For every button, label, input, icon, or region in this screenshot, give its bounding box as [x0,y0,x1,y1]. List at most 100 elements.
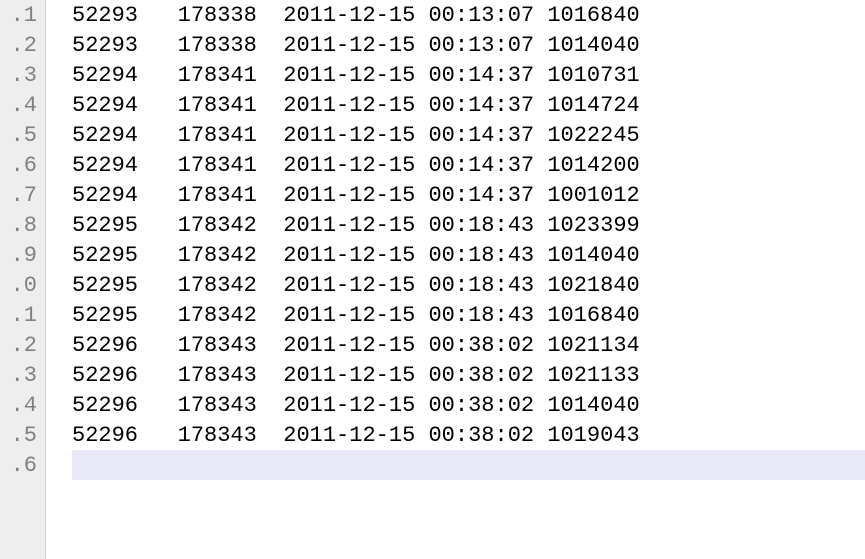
col-4: 00:18:43 [428,243,547,268]
col-3: 2011-12-15 [283,63,428,88]
col-5: 1014724 [547,93,653,118]
col-3: 2011-12-15 [283,153,428,178]
col-4: 00:14:37 [428,63,547,88]
line-number: .8 [0,210,45,240]
code-line[interactable]: 52294 178341 2011-12-15 00:14:37 1014200 [72,150,865,180]
col-4: 00:14:37 [428,153,547,178]
code-line[interactable]: 52293 178338 2011-12-15 00:13:07 1016840 [72,0,865,30]
col-5: 1016840 [547,303,653,328]
code-line[interactable]: 52295 178342 2011-12-15 00:18:43 1021840 [72,270,865,300]
col-1: 52293 [72,33,178,58]
code-line[interactable]: 52294 178341 2011-12-15 00:14:37 1014724 [72,90,865,120]
col-1: 52295 [72,273,178,298]
col-1: 52294 [72,123,178,148]
line-number: .4 [0,90,45,120]
code-line[interactable]: 52294 178341 2011-12-15 00:14:37 1001012 [72,180,865,210]
col-2: 178342 [178,243,284,268]
col-2: 178341 [178,183,284,208]
col-1: 52295 [72,213,178,238]
col-3: 2011-12-15 [283,363,428,388]
col-2: 178338 [178,3,284,28]
text-editor: .1.2.3.4.5.6.7.8.9.0.1.2.3.4.5.6 52293 1… [0,0,865,559]
col-5: 1022245 [547,123,653,148]
col-1: 52296 [72,423,178,448]
col-3: 2011-12-15 [283,273,428,298]
code-line[interactable]: 52296 178343 2011-12-15 00:38:02 1014040 [72,390,865,420]
col-4: 00:13:07 [428,3,547,28]
code-line[interactable]: 52296 178343 2011-12-15 00:38:02 1021134 [72,330,865,360]
code-line[interactable]: 52293 178338 2011-12-15 00:13:07 1014040 [72,30,865,60]
line-number: .0 [0,270,45,300]
col-1: 52294 [72,63,178,88]
col-3: 2011-12-15 [283,393,428,418]
line-number: .3 [0,60,45,90]
line-number-gutter: .1.2.3.4.5.6.7.8.9.0.1.2.3.4.5.6 [0,0,46,559]
code-line[interactable]: 52294 178341 2011-12-15 00:14:37 1010731 [72,60,865,90]
col-3: 2011-12-15 [283,303,428,328]
col-1: 52296 [72,363,178,388]
code-line[interactable]: 52295 178342 2011-12-15 00:18:43 1016840 [72,300,865,330]
col-4: 00:13:07 [428,33,547,58]
col-3: 2011-12-15 [283,93,428,118]
col-5: 1019043 [547,423,653,448]
col-1: 52293 [72,3,178,28]
code-line[interactable]: 52294 178341 2011-12-15 00:14:37 1022245 [72,120,865,150]
col-1: 52295 [72,243,178,268]
col-3: 2011-12-15 [283,33,428,58]
col-5: 1021134 [547,333,653,358]
col-4: 00:18:43 [428,303,547,328]
col-5: 1001012 [547,183,653,208]
col-1: 52296 [72,393,178,418]
col-5: 1021133 [547,363,653,388]
line-number: .6 [0,150,45,180]
col-3: 2011-12-15 [283,123,428,148]
line-number: .5 [0,120,45,150]
col-1: 52295 [72,303,178,328]
col-2: 178341 [178,123,284,148]
line-number: .2 [0,30,45,60]
col-2: 178338 [178,33,284,58]
col-1: 52296 [72,333,178,358]
col-2: 178343 [178,423,284,448]
code-content[interactable]: 52293 178338 2011-12-15 00:13:07 1016840… [46,0,865,559]
col-4: 00:14:37 [428,183,547,208]
col-1: 52294 [72,93,178,118]
col-2: 178341 [178,93,284,118]
col-2: 178343 [178,363,284,388]
line-number: .9 [0,240,45,270]
code-line[interactable] [72,450,865,480]
col-2: 178342 [178,213,284,238]
code-line[interactable]: 52296 178343 2011-12-15 00:38:02 1019043 [72,420,865,450]
code-line[interactable]: 52295 178342 2011-12-15 00:18:43 1023399 [72,210,865,240]
col-4: 00:18:43 [428,213,547,238]
col-5: 1014200 [547,153,653,178]
code-line[interactable]: 52295 178342 2011-12-15 00:18:43 1014040 [72,240,865,270]
line-number: .6 [0,450,45,480]
line-number: .4 [0,390,45,420]
col-4: 00:38:02 [428,423,547,448]
col-4: 00:14:37 [428,123,547,148]
col-2: 178342 [178,303,284,328]
col-3: 2011-12-15 [283,213,428,238]
col-2: 178342 [178,273,284,298]
col-5: 1014040 [547,393,653,418]
col-5: 1021840 [547,273,653,298]
col-2: 178341 [178,63,284,88]
col-1: 52294 [72,153,178,178]
col-2: 178343 [178,333,284,358]
col-4: 00:38:02 [428,393,547,418]
col-5: 1014040 [547,33,653,58]
code-line[interactable]: 52296 178343 2011-12-15 00:38:02 1021133 [72,360,865,390]
line-number: .1 [0,0,45,30]
col-4: 00:18:43 [428,273,547,298]
col-3: 2011-12-15 [283,333,428,358]
col-5: 1010731 [547,63,653,88]
col-3: 2011-12-15 [283,423,428,448]
col-4: 00:14:37 [428,93,547,118]
col-4: 00:38:02 [428,363,547,388]
col-5: 1023399 [547,213,653,238]
col-5: 1016840 [547,3,653,28]
col-2: 178341 [178,153,284,178]
line-number: .2 [0,330,45,360]
col-1: 52294 [72,183,178,208]
